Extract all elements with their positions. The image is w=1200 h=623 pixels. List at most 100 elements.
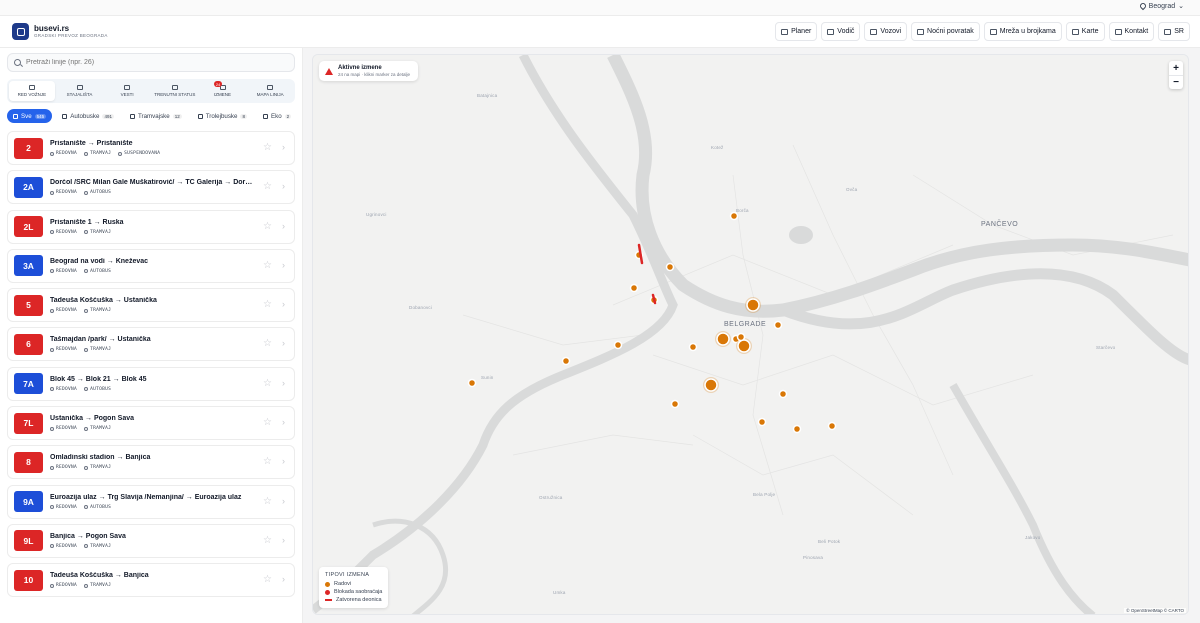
favorite-star-icon[interactable]: ☆	[263, 182, 272, 192]
change-marker[interactable]	[467, 378, 477, 388]
favorite-star-icon[interactable]: ☆	[263, 575, 272, 585]
map-canvas[interactable]	[313, 55, 1189, 615]
change-marker[interactable]	[757, 417, 767, 427]
change-marker[interactable]	[561, 356, 571, 366]
line-card[interactable]: 7L Ustanička → Pogon Sava REDOVNA TRAMVAJ ☆ ›	[7, 406, 295, 441]
train-icon	[870, 28, 878, 35]
city-selector[interactable]: Beograd ⌄	[1138, 1, 1184, 11]
tab-trenutni-status[interactable]: TRENUTNI STATUS	[152, 81, 198, 101]
change-marker[interactable]	[778, 389, 788, 399]
tag-label: REDOVNA	[56, 308, 78, 314]
favorite-star-icon[interactable]: ☆	[263, 418, 272, 428]
nav-vozovi[interactable]: Vozovi	[864, 22, 908, 41]
search-input[interactable]	[26, 59, 276, 66]
nav-planer[interactable]: Planer	[775, 22, 818, 41]
tab-izmene[interactable]: IZMENE 24	[200, 81, 246, 101]
filter-tramvajske[interactable]: Tramvajske 12	[124, 109, 188, 123]
nav-vodi-[interactable]: Vodič	[821, 22, 861, 41]
line-tags: REDOVNA TRAMVAJ	[50, 465, 255, 470]
filter-autobuske[interactable]: Autobuske 491	[56, 109, 120, 123]
tag-icon	[50, 190, 54, 195]
line-route: Tadeuša Košćuška → Banjica	[50, 572, 149, 580]
line-card[interactable]: 8 Omladinski stadion → Banjica REDOVNA TRAM…	[7, 445, 295, 480]
active-changes-card[interactable]: Aktivne izmene 24 na mapi · klikni marke…	[319, 61, 419, 81]
change-marker[interactable]	[704, 378, 718, 392]
change-marker[interactable]	[613, 340, 623, 350]
line-card[interactable]: 9L Banjica → Pogon Sava REDOVNA TRAMVAJ ☆ ›	[7, 523, 295, 558]
map-attribution[interactable]: © OpenStreetMap © CARTO	[1124, 608, 1186, 613]
change-marker[interactable]	[827, 421, 837, 431]
line-card[interactable]: 7A Blok 45 → Blok 21 → Blok 45 REDOVNA AUTO…	[7, 366, 295, 401]
change-marker[interactable]	[629, 283, 639, 293]
change-marker[interactable]	[773, 320, 783, 330]
alert-title: Aktivne izmene	[338, 65, 382, 71]
tab-stajališta[interactable]: STAJALIŠTA	[57, 81, 103, 101]
filter-eko[interactable]: Eko 2	[257, 109, 297, 123]
brand[interactable]: busevi.rs GRADSKI PREVOZ BEOGRADA	[34, 23, 108, 39]
tag-label: REDOVNA	[56, 190, 78, 196]
favorite-star-icon[interactable]: ☆	[263, 378, 272, 389]
filter-trolejbuske[interactable]: Trolejbuske 8	[192, 109, 253, 123]
line-route: Blok 45 → Blok 21 → Blok 45	[50, 375, 147, 383]
tab-red-vožnje[interactable]: RED VOŽNJE	[9, 81, 55, 101]
line-card[interactable]: 2A Dorćol /SRC Milan Gale Muškatirović/ →…	[7, 170, 295, 205]
favorite-star-icon[interactable]: ☆	[263, 143, 272, 153]
line-info: Tadeuša Košćuška → Banjica REDOVNA TRAMVAJ	[50, 572, 255, 588]
zoom-in-button[interactable]: +	[1169, 61, 1183, 75]
line-number-badge: 2L	[14, 216, 43, 238]
favorite-star-icon[interactable]: ☆	[263, 260, 272, 271]
nav-karte[interactable]: Karte	[1065, 22, 1105, 41]
logo-icon[interactable]	[12, 23, 29, 40]
zoom-out-button[interactable]: −	[1169, 75, 1183, 89]
favorite-star-icon[interactable]: ☆	[263, 496, 272, 507]
brand-name: busevi.rs	[34, 23, 70, 33]
change-marker[interactable]	[729, 211, 739, 221]
line-card[interactable]: 6 Tašmajdan /park/ → Ustanička REDOVNA TRAM…	[7, 327, 295, 362]
line-tag: SUSPENDOVANA	[118, 151, 160, 156]
change-marker[interactable]	[665, 262, 675, 272]
line-card[interactable]: 3A Beograd na vodi → Kneževac REDOVNA AUTOB…	[7, 248, 295, 283]
nav-mre-a-u-brojkama[interactable]: Mreža u brojkama	[983, 22, 1062, 41]
line-card[interactable]: 2L Pristanište 1 → Ruska REDOVNA TRAMVAJ ☆ ›	[7, 209, 295, 244]
nav-no-ni-povratak[interactable]: Noćni povratak	[911, 22, 980, 41]
nav-sr[interactable]: SR	[1158, 22, 1190, 41]
line-tags: REDOVNA AUTOBUS	[50, 269, 255, 274]
favorite-star-icon[interactable]: ☆	[263, 221, 272, 232]
chevron-right-icon: ›	[282, 495, 285, 506]
filter-sve[interactable]: Sve 545	[7, 109, 53, 123]
search-icon	[14, 59, 21, 66]
legend-label: Zatvorena deonica	[336, 597, 382, 603]
search-box[interactable]	[7, 53, 295, 72]
line-tags: REDOVNA AUTOBUS	[50, 505, 255, 510]
favorite-star-icon[interactable]: ☆	[263, 300, 272, 310]
tag-icon	[50, 151, 54, 156]
tag-label: TRAMVAJ	[90, 308, 112, 314]
globe-icon	[1164, 28, 1172, 35]
line-route: Banjica → Pogon Sava	[50, 532, 126, 540]
change-marker[interactable]	[746, 298, 760, 312]
tag-icon	[84, 426, 89, 431]
nav-kontakt[interactable]: Kontakt	[1108, 22, 1155, 41]
tab-mapa-linija[interactable]: MAPA LINIJA	[247, 81, 293, 101]
change-marker[interactable]	[670, 399, 680, 409]
place-label: Starčevo	[1096, 345, 1116, 350]
change-marker[interactable]	[688, 342, 698, 352]
favorite-star-icon[interactable]: ☆	[263, 339, 272, 349]
map[interactable]: BELGRADE PANČEVO Borča Ovča Sunin Ostružnica B…	[312, 54, 1189, 615]
brand-subtitle: GRADSKI PREVOZ BEOGRADA	[34, 32, 108, 38]
change-marker[interactable]	[792, 424, 802, 434]
line-card[interactable]: 9A Euroazija ulaz → Trg Slavija /Nemanjin…	[7, 484, 295, 519]
legend-item: Zatvorena deonica	[325, 597, 382, 603]
favorite-star-icon[interactable]: ☆	[263, 457, 272, 467]
place-label: Batajnica	[477, 93, 498, 98]
line-card[interactable]: 10 Tadeuša Košćuška → Banjica REDOVNA TRAMV…	[7, 563, 295, 598]
tab-vesti[interactable]: VESTI	[104, 81, 150, 101]
warning-icon	[325, 67, 333, 75]
line-card[interactable]: 2 Pristanište → Pristanište REDOVNA TRAMVAJ…	[7, 131, 295, 165]
line-number-badge: 9L	[14, 530, 43, 552]
line-card[interactable]: 5 Tadeuša Košćuška → Ustanička REDOVNA TRAM…	[7, 288, 295, 323]
change-marker[interactable]	[716, 332, 730, 346]
change-marker[interactable]	[737, 339, 751, 353]
favorite-star-icon[interactable]: ☆	[263, 535, 272, 546]
change-marker[interactable]	[736, 332, 746, 342]
